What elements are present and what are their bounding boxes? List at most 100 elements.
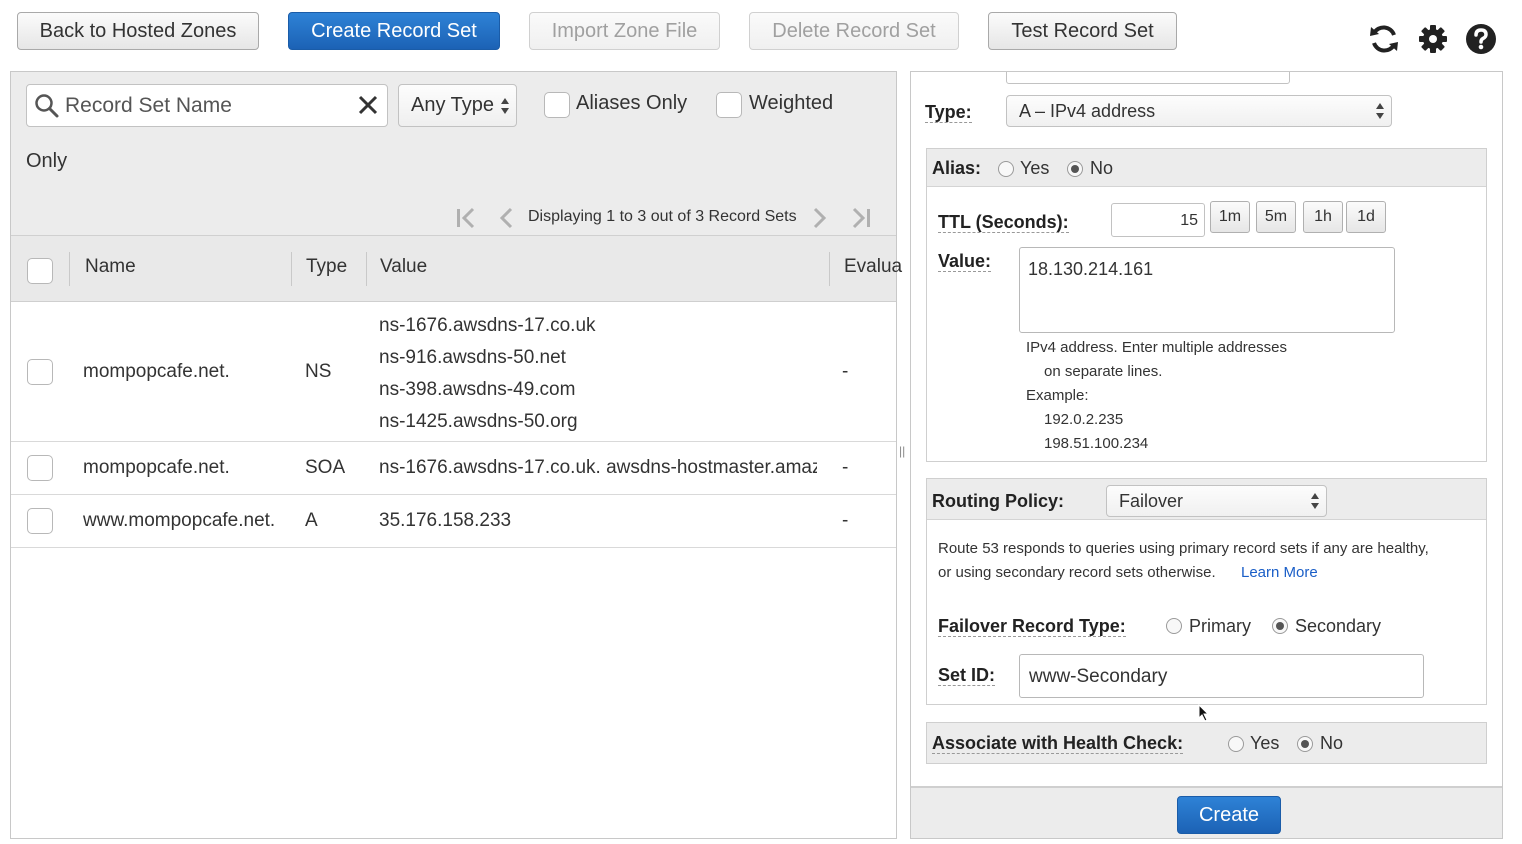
first-page-icon[interactable] (454, 206, 478, 230)
row-checkbox[interactable] (27, 508, 53, 534)
ttl-label: TTL (Seconds): (938, 212, 1069, 233)
failover-secondary-radio[interactable] (1272, 618, 1288, 634)
alias-yes-label: Yes (1020, 158, 1050, 178)
alias-label: Alias: (932, 158, 982, 178)
routing-description: Route 53 responds to queries using prima… (938, 540, 1429, 557)
type-select[interactable]: A – IPv4 address (1006, 95, 1392, 127)
column-header-value[interactable]: Value (380, 256, 427, 278)
column-header-evaluate-target-health[interactable]: Evalua (844, 256, 902, 278)
form-footer: Create (911, 786, 1502, 838)
table-row[interactable]: mompopcafe.net. SOA ns-1676.awsdns-17.co… (11, 443, 896, 495)
table-header: Name Type Value Evalua (11, 236, 902, 302)
ttl-input[interactable]: 15 (1111, 203, 1205, 237)
value-help-line: 192.0.2.235 (1044, 411, 1124, 428)
record-sets-panel: Any Type Aliases Only Weighted Only Disp… (10, 71, 902, 839)
record-value: ns-1676.awsdns-17.co.uk. awsdns-hostmast… (379, 457, 817, 478)
record-type: A (305, 510, 318, 531)
record-value: ns-916.awsdns-50.net (379, 347, 566, 368)
record-value: 35.176.158.233 (379, 510, 512, 531)
row-checkbox[interactable] (27, 359, 53, 385)
record-evaluate-health: - (842, 361, 849, 382)
alias-yes-radio[interactable] (998, 161, 1014, 177)
type-label: Type: (925, 102, 972, 123)
failover-primary-radio[interactable] (1166, 618, 1182, 634)
set-id-value: www-Secondary (1029, 666, 1168, 687)
back-to-hosted-zones-button[interactable]: Back to Hosted Zones (17, 12, 259, 50)
learn-more-link[interactable]: Learn More (1241, 564, 1318, 581)
search-box[interactable] (26, 84, 388, 127)
routing-policy-label: Routing Policy: (932, 491, 1064, 511)
alias-no-radio[interactable] (1067, 161, 1083, 177)
record-set-name-input[interactable] (63, 91, 343, 121)
select-all-checkbox[interactable] (27, 258, 53, 284)
weighted-only-checkbox[interactable] (716, 92, 742, 118)
clear-search-icon[interactable] (357, 94, 379, 116)
value-textarea[interactable]: 18.130.214.161 (1019, 247, 1395, 333)
routing-policy-row: Routing Policy: Failover (927, 479, 1486, 520)
routing-policy-section: Routing Policy: Failover Route 53 respon… (926, 478, 1487, 705)
record-type-select-value: Any Type (411, 94, 495, 116)
record-evaluate-health: - (842, 510, 849, 531)
value-text: 18.130.214.161 (1028, 259, 1154, 279)
routing-policy-select[interactable]: Failover (1106, 485, 1327, 517)
table-row[interactable]: www.mompopcafe.net. A 35.176.158.233 - (11, 496, 896, 548)
table-row[interactable]: mompopcafe.net. NS ns-1676.awsdns-17.co.… (11, 303, 896, 442)
type-select-value: A – IPv4 address (1019, 101, 1156, 121)
record-name: mompopcafe.net. (83, 361, 230, 382)
record-type: NS (305, 361, 332, 382)
ttl-5m-button[interactable]: 5m (1256, 201, 1296, 233)
import-zone-file-button[interactable]: Import Zone File (529, 12, 720, 50)
search-icon (35, 94, 59, 118)
select-arrows-icon (501, 98, 509, 114)
health-check-no-radio[interactable] (1297, 736, 1313, 752)
aliases-only-checkbox[interactable] (544, 92, 570, 118)
ttl-1m-button[interactable]: 1m (1210, 201, 1250, 233)
help-icon[interactable] (1464, 22, 1498, 56)
set-id-input[interactable]: www-Secondary (1019, 654, 1424, 698)
failover-primary-label: Primary (1189, 616, 1251, 636)
record-value-section: Alias: Yes No TTL (Seconds): 15 1m 5m 1h… (926, 148, 1487, 462)
row-checkbox[interactable] (27, 455, 53, 481)
health-check-yes-radio[interactable] (1228, 736, 1244, 752)
record-name: www.mompopcafe.net. (83, 510, 276, 531)
failover-secondary-label: Secondary (1295, 616, 1382, 636)
weighted-only-label-wrap: Only (26, 150, 68, 172)
alias-no-label: No (1090, 158, 1114, 178)
health-check-no-label: No (1320, 733, 1344, 753)
previous-page-icon[interactable] (497, 206, 515, 230)
filter-bar: Any Type Aliases Only Weighted Only Disp… (11, 72, 896, 236)
column-header-type[interactable]: Type (306, 256, 347, 278)
value-help-line: on separate lines. (1044, 363, 1163, 380)
refresh-icon[interactable] (1367, 22, 1401, 56)
name-input-partial[interactable] (1006, 72, 1290, 84)
routing-description: or using secondary record sets otherwise… (938, 564, 1216, 581)
record-value: ns-398.awsdns-49.com (379, 379, 576, 400)
edit-record-set-panel: Type: A – IPv4 address Alias: Yes No TTL… (910, 71, 1503, 839)
column-header-name[interactable]: Name (85, 256, 136, 278)
next-page-icon[interactable] (811, 206, 829, 230)
mouse-cursor-icon (1198, 704, 1210, 722)
select-arrows-icon (1376, 103, 1384, 119)
panel-resize-handle[interactable]: || (899, 444, 905, 458)
failover-record-type-label: Failover Record Type: (938, 616, 1126, 637)
weighted-only-label: Weighted (749, 92, 834, 114)
gear-icon[interactable] (1416, 22, 1450, 56)
health-check-label: Associate with Health Check: (932, 733, 1184, 754)
select-arrows-icon (1311, 493, 1319, 509)
record-type-select[interactable]: Any Type (398, 84, 517, 127)
value-help-line: IPv4 address. Enter multiple addresses (1026, 339, 1287, 356)
ttl-1h-button[interactable]: 1h (1303, 201, 1343, 233)
ttl-value: 15 (1180, 212, 1198, 229)
test-record-set-button[interactable]: Test Record Set (988, 12, 1177, 50)
record-value: ns-1425.awsdns-50.org (379, 411, 578, 432)
routing-policy-value: Failover (1119, 491, 1184, 511)
value-label: Value: (938, 251, 992, 272)
alias-row: Alias: Yes No (927, 149, 1486, 187)
value-help-line: 198.51.100.234 (1044, 435, 1149, 452)
record-evaluate-health: - (842, 457, 849, 478)
create-record-set-button[interactable]: Create Record Set (288, 12, 500, 50)
ttl-1d-button[interactable]: 1d (1346, 201, 1386, 233)
last-page-icon[interactable] (849, 206, 873, 230)
delete-record-set-button[interactable]: Delete Record Set (749, 12, 959, 50)
create-button[interactable]: Create (1177, 796, 1281, 834)
